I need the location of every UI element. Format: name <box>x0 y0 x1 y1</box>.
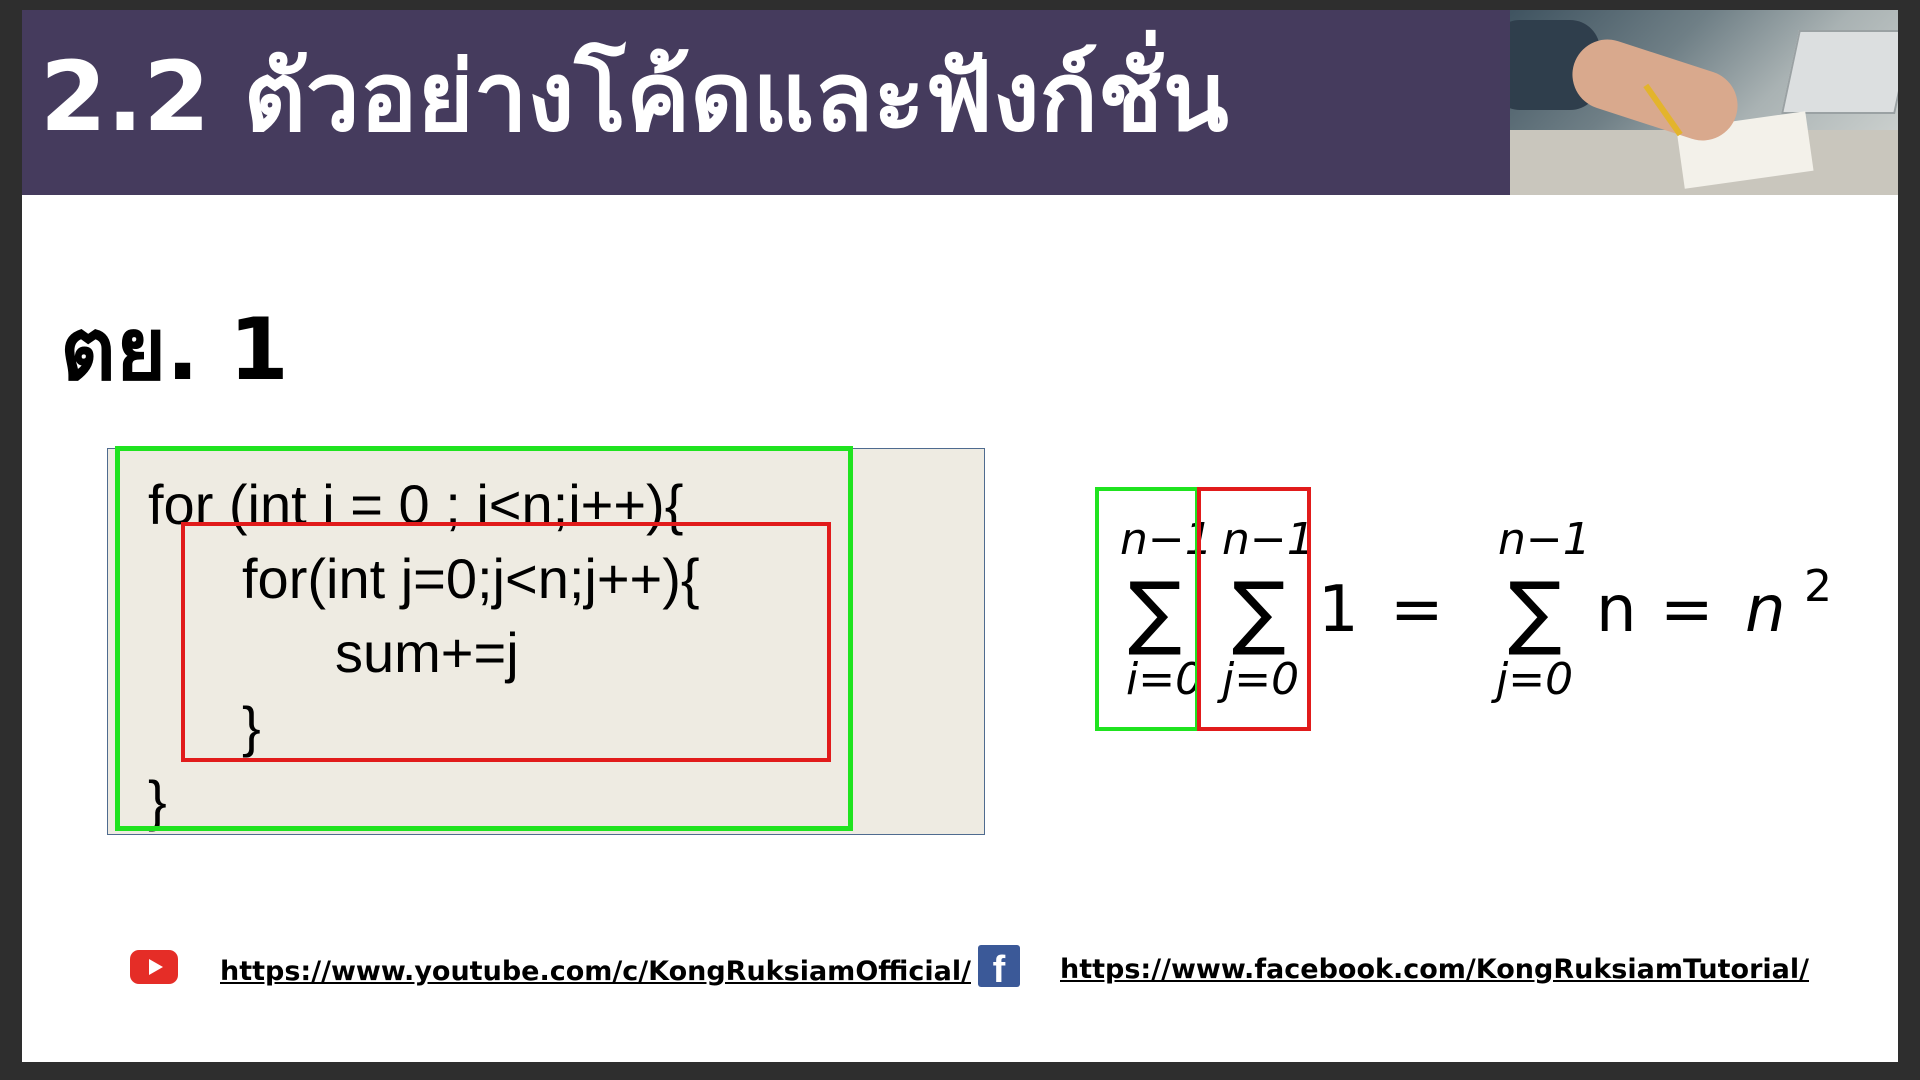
example-label: ตย. 1 <box>60 300 289 400</box>
inner-sum-highlight <box>1197 487 1311 731</box>
header-photo <box>1510 10 1898 195</box>
facebook-link[interactable]: https://www.facebook.com/KongRuksiamTuto… <box>1060 954 1809 985</box>
second-sum-upper: n−1 <box>1498 514 1591 565</box>
inner-loop-highlight <box>181 522 831 762</box>
summand-one: 1 <box>1318 573 1359 647</box>
result-exponent: 2 <box>1804 561 1832 612</box>
facebook-icon[interactable]: f <box>978 945 1020 987</box>
second-summand: n <box>1596 573 1637 647</box>
second-sum-lower: j=0 <box>1496 654 1574 705</box>
outer-sum-highlight <box>1095 487 1199 731</box>
photo-laptop <box>1781 30 1898 114</box>
equals-sign-2: = <box>1660 573 1714 647</box>
equals-sign-1: = <box>1390 573 1444 647</box>
result-base: n <box>1745 573 1786 647</box>
title-bar: 2.2 ตัวอย่างโค้ดและฟังก์ชั่น <box>22 10 1510 195</box>
second-sigma: ∑ <box>1508 565 1562 658</box>
youtube-link[interactable]: https://www.youtube.com/c/KongRuksiamOff… <box>220 956 971 987</box>
slide-title: 2.2 ตัวอย่างโค้ดและฟังก์ชั่น <box>40 41 1229 153</box>
youtube-icon[interactable] <box>130 950 178 984</box>
